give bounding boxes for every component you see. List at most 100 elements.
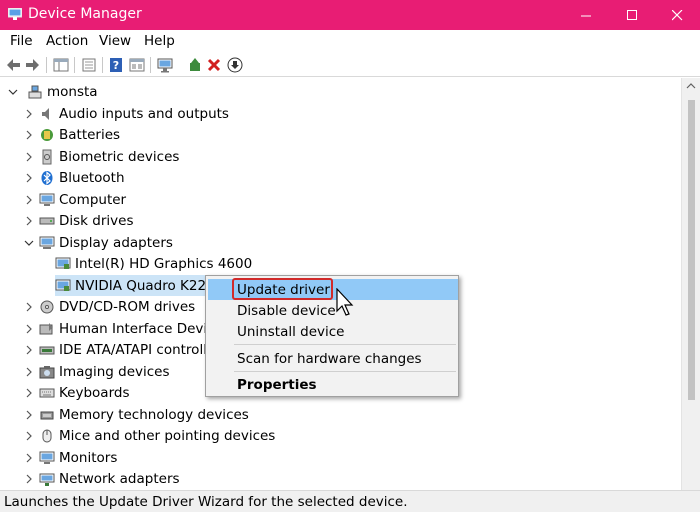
- tree-item-bluetooth[interactable]: Bluetooth: [22, 167, 125, 188]
- tree-item-label: Intel(R) HD Graphics 4600: [75, 255, 253, 272]
- chevron-down-icon[interactable]: [6, 85, 20, 99]
- tree-item-nvidia-quadro[interactable]: NVIDIA Quadro K220: [55, 275, 217, 296]
- tree-item-computer[interactable]: Computer: [22, 189, 126, 210]
- tree-item-batteries[interactable]: Batteries: [22, 124, 120, 145]
- chevron-right-icon[interactable]: [22, 451, 36, 465]
- tree-item-audio[interactable]: Audio inputs and outputs: [22, 103, 229, 124]
- menu-action[interactable]: Action: [46, 33, 88, 49]
- tree-item-intel-graphics[interactable]: Intel(R) HD Graphics 4600: [55, 253, 252, 274]
- menu-item-label: Uninstall device: [237, 323, 345, 340]
- tree-item-label: Batteries: [59, 126, 121, 143]
- menu-item-label: Properties: [237, 376, 317, 393]
- menu-help[interactable]: Help: [144, 33, 175, 49]
- bluetooth-icon: [39, 170, 55, 186]
- view-button[interactable]: [128, 56, 146, 74]
- mouse-cursor-icon: [336, 288, 354, 316]
- scan-hardware-button[interactable]: [156, 56, 174, 74]
- tree-item-label: Display adapters: [59, 234, 173, 251]
- tree-item-biometric[interactable]: Biometric devices: [22, 146, 179, 167]
- display-adapter-icon: [39, 235, 55, 251]
- chevron-down-icon[interactable]: [22, 236, 36, 250]
- ide-controller-icon: [39, 342, 55, 358]
- tree-item-dvd-drives[interactable]: DVD/CD-ROM drives: [22, 296, 195, 317]
- menu-item-label: Scan for hardware changes: [237, 350, 422, 367]
- computer-icon: [27, 84, 43, 100]
- tree-item-label: IDE ATA/ATAPI controlle: [59, 341, 216, 358]
- forward-button[interactable]: [24, 56, 42, 74]
- menu-file[interactable]: File: [10, 33, 33, 49]
- tree-item-label: Disk drives: [59, 212, 134, 229]
- back-button[interactable]: [4, 56, 22, 74]
- svg-text:?: ?: [113, 59, 119, 72]
- show-hide-tree-button[interactable]: [52, 56, 70, 74]
- tree-item-monitors[interactable]: Monitors: [22, 447, 117, 468]
- tree-item-label: Biometric devices: [59, 148, 180, 165]
- chevron-right-icon[interactable]: [22, 408, 36, 422]
- chevron-right-icon[interactable]: [22, 343, 36, 357]
- update-driver-button[interactable]: [186, 56, 204, 74]
- tree-item-display-adapters[interactable]: Display adapters: [22, 232, 173, 253]
- download-icon: [227, 57, 243, 73]
- battery-icon: [39, 127, 55, 143]
- tree-item-label: Memory technology devices: [59, 406, 249, 423]
- chevron-right-icon[interactable]: [22, 171, 36, 185]
- status-text: Launches the Update Driver Wizard for th…: [4, 494, 408, 510]
- maximize-button[interactable]: [609, 0, 655, 30]
- uninstall-button[interactable]: [205, 56, 223, 74]
- menu-item-uninstall-device[interactable]: Uninstall device: [208, 321, 458, 342]
- menu-view[interactable]: View: [99, 33, 131, 49]
- scrollbar-thumb[interactable]: [688, 100, 695, 400]
- toolbar-separator: [102, 57, 103, 73]
- chevron-right-icon[interactable]: [22, 128, 36, 142]
- fingerprint-icon: [39, 149, 55, 165]
- chevron-right-icon[interactable]: [22, 386, 36, 400]
- menu-item-properties[interactable]: Properties: [208, 374, 458, 395]
- tree-item-imaging[interactable]: Imaging devices: [22, 361, 170, 382]
- chevron-right-icon[interactable]: [22, 365, 36, 379]
- menu-item-label: Disable device: [237, 302, 336, 319]
- chevron-right-icon[interactable]: [22, 322, 36, 336]
- scroll-up-icon[interactable]: [686, 82, 696, 90]
- mouse-icon: [39, 428, 55, 444]
- chevron-right-icon[interactable]: [22, 214, 36, 228]
- help-button[interactable]: ?: [107, 56, 125, 74]
- chevron-right-icon[interactable]: [22, 150, 36, 164]
- chevron-right-icon[interactable]: [22, 472, 36, 486]
- vertical-scrollbar[interactable]: [681, 78, 700, 490]
- uninstall-icon: [207, 58, 221, 72]
- close-button[interactable]: [654, 0, 700, 30]
- tree-root-label: monsta: [47, 83, 98, 100]
- menu-bar: File Action View Help: [0, 30, 700, 53]
- back-icon: [7, 59, 20, 71]
- monitor-icon: [39, 192, 55, 208]
- menu-item-disable-device[interactable]: Disable device: [208, 300, 458, 321]
- download-button[interactable]: [226, 56, 244, 74]
- tree-item-keyboards[interactable]: Keyboards: [22, 382, 130, 403]
- minimize-button[interactable]: [563, 0, 609, 30]
- forward-icon: [26, 59, 39, 71]
- tree-root[interactable]: monsta: [6, 81, 98, 102]
- tree-item-network-adapters[interactable]: Network adapters: [22, 468, 180, 489]
- properties-button[interactable]: [80, 56, 98, 74]
- tree-item-label: DVD/CD-ROM drives: [59, 298, 196, 315]
- tree-item-hid[interactable]: Human Interface Device: [22, 318, 223, 339]
- monitor-icon: [39, 450, 55, 466]
- chevron-right-icon[interactable]: [22, 429, 36, 443]
- properties-icon: [82, 58, 96, 72]
- camera-icon: [39, 364, 55, 380]
- tree-item-memory-technology[interactable]: Memory technology devices: [22, 404, 249, 425]
- tree-item-label: Keyboards: [59, 384, 130, 401]
- memory-card-icon: [39, 407, 55, 423]
- toolbar-separator: [74, 57, 75, 73]
- tree-item-label: Monitors: [59, 449, 118, 466]
- tree-item-label: Bluetooth: [59, 169, 125, 186]
- chevron-right-icon[interactable]: [22, 300, 36, 314]
- menu-item-scan-hardware[interactable]: Scan for hardware changes: [208, 348, 458, 369]
- tree-item-mice[interactable]: Mice and other pointing devices: [22, 425, 275, 446]
- tree-item-ide-ata[interactable]: IDE ATA/ATAPI controlle: [22, 339, 215, 360]
- monitor-icon: [157, 58, 173, 73]
- tree-item-disk-drives[interactable]: Disk drives: [22, 210, 134, 231]
- chevron-right-icon[interactable]: [22, 193, 36, 207]
- chevron-right-icon[interactable]: [22, 107, 36, 121]
- network-adapter-icon: [39, 471, 55, 487]
